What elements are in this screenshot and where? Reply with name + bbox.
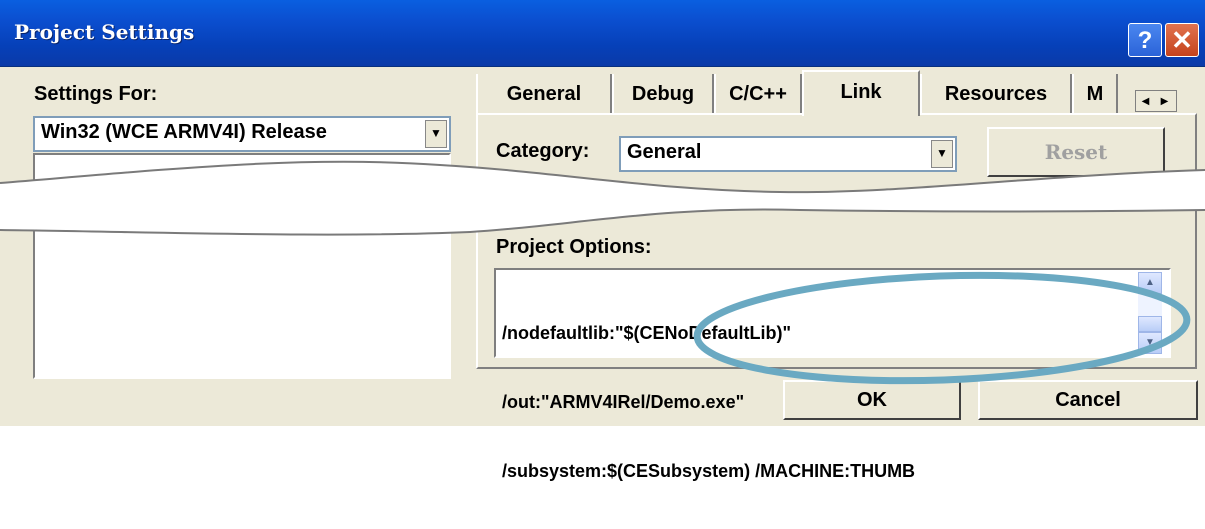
tab-more[interactable]: M — [1072, 74, 1118, 114]
arrow-left-icon[interactable]: ◀ — [1136, 93, 1155, 111]
scroll-down-icon[interactable]: ▼ — [1138, 332, 1162, 354]
project-options-label: Project Options: — [496, 236, 652, 258]
reset-button[interactable]: Reset — [987, 127, 1165, 177]
settings-for-label: Settings For: — [34, 83, 158, 105]
help-button[interactable]: ? — [1128, 23, 1162, 57]
config-combo[interactable]: Win32 (WCE ARMV4I) Release ▼ — [33, 116, 451, 152]
tab-general[interactable]: General — [476, 74, 612, 114]
project-tree[interactable] — [33, 153, 451, 379]
scroll-thumb[interactable] — [1138, 316, 1162, 332]
category-value: General — [627, 141, 702, 163]
options-scrollbar[interactable]: ▲ ▼ — [1138, 272, 1162, 354]
options-line: /subsystem:$(CESubsystem) /MACHINE:THUMB — [502, 461, 916, 481]
title-bar: Project Settings ? ✕ — [0, 0, 1205, 67]
ok-button[interactable]: OK — [783, 380, 961, 420]
project-options-box[interactable]: /nodefaultlib:"$(CENoDefaultLib)" /out:"… — [494, 268, 1171, 481]
close-button[interactable]: ✕ — [1165, 23, 1199, 57]
cancel-button[interactable]: Cancel — [978, 380, 1198, 420]
tab-scroll[interactable]: ◀ ▶ — [1135, 90, 1177, 112]
category-label: Category: — [496, 140, 590, 162]
tab-link[interactable]: Link — [802, 70, 920, 116]
window-title: Project Settings — [14, 20, 195, 44]
scroll-up-icon[interactable]: ▲ — [1138, 272, 1162, 294]
arrow-right-icon[interactable]: ▶ — [1155, 93, 1174, 111]
project-settings-dialog: Project Settings ? ✕ Settings For: Win32… — [0, 0, 1205, 481]
tab-c-cpp[interactable]: C/C++ — [714, 74, 802, 114]
options-line: /nodefaultlib:"$(CENoDefaultLib)" — [502, 323, 792, 343]
tab-debug[interactable]: Debug — [612, 74, 714, 114]
chevron-down-icon[interactable]: ▼ — [425, 120, 447, 148]
tab-resources[interactable]: Resources — [920, 74, 1072, 114]
chevron-down-icon[interactable]: ▼ — [931, 140, 953, 168]
config-value: Win32 (WCE ARMV4I) Release — [41, 121, 327, 143]
category-combo[interactable]: General ▼ — [619, 136, 957, 172]
